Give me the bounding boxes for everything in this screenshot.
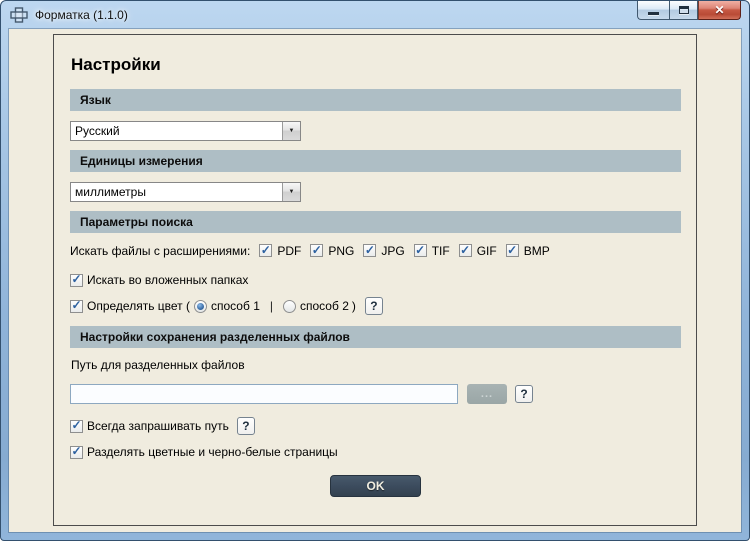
section-header-units: Единицы измерения bbox=[70, 150, 681, 172]
units-selected-value: миллиметры bbox=[71, 185, 146, 199]
jpg-label[interactable]: JPG bbox=[381, 244, 404, 258]
tif-label[interactable]: TIF bbox=[432, 244, 450, 258]
ok-button[interactable]: OK bbox=[330, 475, 421, 497]
nested-folders-label[interactable]: Искать во вложенных папках bbox=[87, 273, 248, 287]
title-bar: Форматка (1.1.0) ✕ bbox=[1, 1, 749, 29]
extension-png: ✓ PNG bbox=[310, 244, 354, 258]
window-title: Форматка (1.1.0) bbox=[35, 8, 128, 22]
method1-radio[interactable] bbox=[194, 300, 207, 313]
check-icon: ✓ bbox=[71, 420, 81, 430]
maximize-button[interactable] bbox=[669, 1, 698, 20]
extensions-row: Искать файлы с расширениями: ✓ PDF ✓ PNG… bbox=[70, 243, 681, 258]
footer: OK bbox=[70, 475, 681, 497]
always-ask-label[interactable]: Всегда запрашивать путь bbox=[87, 419, 229, 433]
png-checkbox[interactable]: ✓ bbox=[310, 244, 323, 257]
nested-folders-row: ✓ Искать во вложенных папках bbox=[70, 273, 681, 287]
check-icon: ✓ bbox=[365, 245, 375, 255]
jpg-checkbox[interactable]: ✓ bbox=[363, 244, 376, 257]
tif-checkbox[interactable]: ✓ bbox=[414, 244, 427, 257]
maximize-icon bbox=[679, 6, 689, 14]
split-pages-row: ✓ Разделять цветные и черно-белые страни… bbox=[70, 445, 681, 459]
client-area: Настройки Язык Русский ▼ Единицы измерен… bbox=[9, 29, 741, 532]
extension-bmp: ✓ BMP bbox=[506, 244, 550, 258]
method2-radio[interactable] bbox=[283, 300, 296, 313]
gif-checkbox[interactable]: ✓ bbox=[459, 244, 472, 257]
path-input[interactable] bbox=[70, 384, 458, 404]
detect-color-checkbox[interactable]: ✓ bbox=[70, 300, 83, 313]
pdf-checkbox[interactable]: ✓ bbox=[259, 244, 272, 257]
methods-separator: | bbox=[270, 299, 273, 313]
page-title: Настройки bbox=[71, 55, 681, 75]
settings-panel: Настройки Язык Русский ▼ Единицы измерен… bbox=[53, 34, 697, 526]
method2-label[interactable]: способ 2 bbox=[300, 299, 349, 313]
chevron-down-icon[interactable]: ▼ bbox=[282, 122, 300, 140]
units-select[interactable]: миллиметры ▼ bbox=[70, 182, 301, 202]
chevron-down-icon[interactable]: ▼ bbox=[282, 183, 300, 201]
path-label: Путь для разделенных файлов bbox=[71, 358, 681, 372]
close-icon: ✕ bbox=[714, 4, 724, 16]
pdf-label[interactable]: PDF bbox=[277, 244, 301, 258]
split-pages-label[interactable]: Разделять цветные и черно-белые страницы bbox=[87, 445, 338, 459]
check-icon: ✓ bbox=[261, 245, 271, 255]
check-icon: ✓ bbox=[415, 245, 425, 255]
check-icon: ✓ bbox=[71, 274, 81, 284]
method1-label[interactable]: способ 1 bbox=[211, 299, 260, 313]
browse-button[interactable]: ... bbox=[467, 384, 507, 404]
detect-color-close-paren: ) bbox=[352, 299, 356, 313]
extension-jpg: ✓ JPG bbox=[363, 244, 404, 258]
close-button[interactable]: ✕ bbox=[698, 1, 741, 20]
language-select[interactable]: Русский ▼ bbox=[70, 121, 301, 141]
gif-label[interactable]: GIF bbox=[477, 244, 497, 258]
section-header-language: Язык bbox=[70, 89, 681, 111]
detect-color-label[interactable]: Определять цвет ( bbox=[87, 299, 190, 313]
nested-folders-checkbox[interactable]: ✓ bbox=[70, 274, 83, 287]
check-icon: ✓ bbox=[312, 245, 322, 255]
path-help-button[interactable]: ? bbox=[515, 385, 533, 403]
bmp-checkbox[interactable]: ✓ bbox=[506, 244, 519, 257]
section-header-save: Настройки сохранения разделенных файлов bbox=[70, 326, 681, 348]
always-ask-row: ✓ Всегда запрашивать путь ? bbox=[70, 417, 681, 435]
window-controls: ✕ bbox=[637, 1, 741, 20]
check-icon: ✓ bbox=[460, 245, 470, 255]
extension-gif: ✓ GIF bbox=[459, 244, 497, 258]
detect-color-row: ✓ Определять цвет ( способ 1 | способ 2 … bbox=[70, 297, 681, 315]
png-label[interactable]: PNG bbox=[328, 244, 354, 258]
always-ask-help-button[interactable]: ? bbox=[237, 417, 255, 435]
check-icon: ✓ bbox=[507, 245, 517, 255]
app-window: Форматка (1.1.0) ✕ Настройки Язык Русски… bbox=[0, 0, 750, 541]
section-header-search: Параметры поиска bbox=[70, 211, 681, 233]
minimize-button[interactable] bbox=[637, 1, 669, 20]
split-pages-checkbox[interactable]: ✓ bbox=[70, 446, 83, 459]
bmp-label[interactable]: BMP bbox=[524, 244, 550, 258]
detect-color-help-button[interactable]: ? bbox=[365, 297, 383, 315]
app-icon bbox=[10, 7, 28, 23]
check-icon: ✓ bbox=[71, 300, 81, 310]
extension-pdf: ✓ PDF bbox=[259, 244, 301, 258]
extension-tif: ✓ TIF bbox=[414, 244, 450, 258]
language-selected-value: Русский bbox=[71, 124, 120, 138]
extensions-label: Искать файлы с расширениями: bbox=[70, 244, 250, 258]
always-ask-checkbox[interactable]: ✓ bbox=[70, 420, 83, 433]
minimize-icon bbox=[648, 12, 659, 15]
path-row: ... ? bbox=[70, 384, 681, 404]
check-icon: ✓ bbox=[71, 446, 81, 456]
